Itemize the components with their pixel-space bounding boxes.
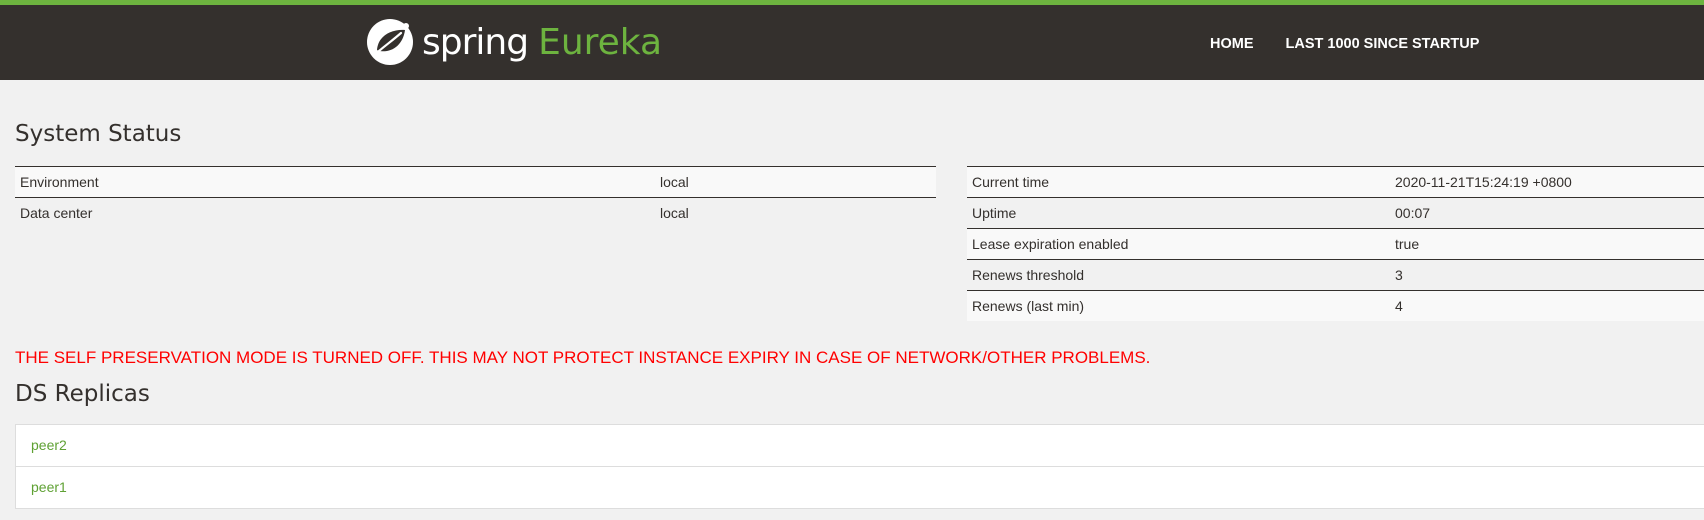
replica-link-peer2[interactable]: peer2 (31, 437, 67, 453)
status-value: 4 (1390, 290, 1704, 321)
brand-spring-text: spring (422, 21, 529, 63)
system-status-title: System Status (15, 121, 182, 147)
brand-logo-link[interactable]: spring Eureka (366, 17, 662, 67)
status-key: Current time (967, 166, 1390, 198)
replica-link-peer1[interactable]: peer1 (31, 479, 67, 495)
table-row: Lease expiration enabled true (967, 228, 1704, 260)
brand-eureka-text: Eureka (538, 21, 663, 63)
ds-replicas-title: DS Replicas (15, 381, 150, 407)
status-key: Environment (15, 166, 655, 198)
spring-leaf-icon (367, 19, 413, 65)
table-row: Data center local (15, 197, 936, 228)
table-row: Uptime 00:07 (967, 197, 1704, 229)
status-key: Renews threshold (967, 259, 1390, 291)
status-key: Lease expiration enabled (967, 228, 1390, 260)
table-row: Renews (last min) 4 (967, 290, 1704, 321)
navbar: spring Eureka HOME LAST 1000 SINCE START… (0, 5, 1704, 80)
list-item: peer1 (16, 467, 1704, 508)
list-item: peer2 (16, 425, 1704, 467)
status-value: 00:07 (1390, 197, 1704, 229)
status-key: Renews (last min) (967, 290, 1390, 321)
table-row: Environment local (15, 166, 936, 198)
status-value: local (655, 166, 936, 198)
status-value: 3 (1390, 259, 1704, 291)
status-value: local (655, 197, 936, 228)
table-row: Current time 2020-11-21T15:24:19 +0800 (967, 166, 1704, 198)
status-value: 2020-11-21T15:24:19 +0800 (1390, 166, 1704, 198)
nav-home-link[interactable]: HOME (1210, 36, 1254, 52)
self-preservation-warning: THE SELF PRESERVATION MODE IS TURNED OFF… (15, 348, 1151, 367)
table-row: Renews threshold 3 (967, 259, 1704, 291)
ds-replicas-list: peer2 peer1 (15, 424, 1704, 509)
status-value: true (1390, 228, 1704, 260)
nav-last-1000-link[interactable]: LAST 1000 SINCE STARTUP (1286, 36, 1480, 52)
status-key: Uptime (967, 197, 1390, 229)
status-key: Data center (15, 197, 655, 228)
nav-links: HOME LAST 1000 SINCE STARTUP (1210, 36, 1511, 52)
system-status-right-table: Current time 2020-11-21T15:24:19 +0800 U… (967, 166, 1704, 321)
system-status-left-table: Environment local Data center local (15, 166, 936, 228)
